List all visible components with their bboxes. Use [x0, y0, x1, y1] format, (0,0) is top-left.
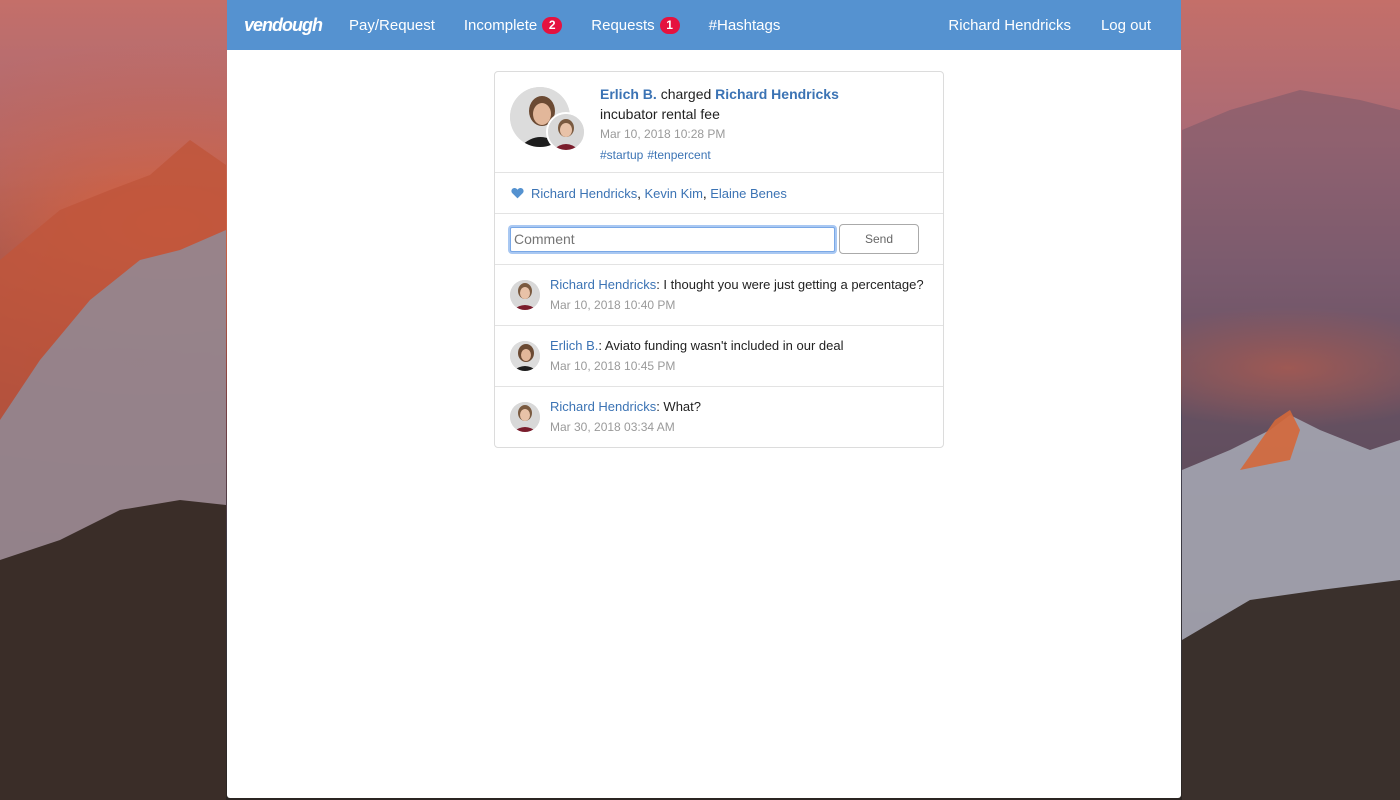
person-icon [510, 280, 540, 310]
incomplete-count-badge: 2 [542, 16, 563, 34]
hashtag-link[interactable]: #startup [600, 148, 643, 162]
navbar: vendough Pay/Request Incomplete 2 Reques… [227, 0, 1181, 50]
heart-icon[interactable] [511, 187, 524, 199]
comment-author-avatar[interactable] [510, 402, 540, 432]
likes-row: Richard Hendricks, Kevin Kim, Elaine Ben… [495, 173, 943, 214]
nav-incomplete-label: Incomplete [463, 16, 538, 34]
comment-timestamp: Mar 10, 2018 10:45 PM [550, 359, 676, 373]
comment-author-link[interactable]: Richard Hendricks [550, 399, 656, 414]
person-icon [548, 114, 584, 150]
hashtag-list: #startup #tenpercent [600, 144, 839, 166]
hashtag-link[interactable]: #tenpercent [647, 148, 710, 162]
liker-link[interactable]: Elaine Benes [710, 186, 787, 201]
comment-item: Erlich B.: Aviato funding wasn't include… [495, 326, 943, 387]
comment-text: : I thought you were just getting a perc… [656, 277, 924, 292]
person-icon [510, 341, 540, 371]
action-text: charged [660, 86, 712, 102]
app-window: vendough Pay/Request Incomplete 2 Reques… [227, 0, 1181, 798]
nav-incomplete[interactable]: Incomplete 2 [463, 16, 563, 34]
nav-requests-label: Requests [591, 16, 655, 34]
comment-timestamp: Mar 10, 2018 10:40 PM [550, 298, 676, 312]
nav-hashtags-label: #Hashtags [708, 16, 781, 34]
comment-author-link[interactable]: Erlich B. [550, 338, 598, 353]
liker-link[interactable]: Richard Hendricks [531, 186, 637, 201]
transaction-description: incubator rental fee [600, 106, 720, 122]
comment-author-avatar[interactable] [510, 280, 540, 310]
liker-separator: , [702, 185, 707, 201]
person-icon [510, 402, 540, 432]
comment-author-avatar[interactable] [510, 341, 540, 371]
nav-user-profile[interactable]: Richard Hendricks [948, 17, 1071, 34]
liker-separator: , [637, 185, 641, 201]
comment-item: Richard Hendricks: I thought you were ju… [495, 265, 943, 326]
comment-input[interactable] [510, 226, 835, 252]
transaction-card: Erlich B. charged Richard Hendricks incu… [494, 71, 944, 448]
liker-link[interactable]: Kevin Kim [644, 186, 703, 201]
send-button[interactable]: Send [839, 224, 919, 254]
transaction-timestamp: Mar 10, 2018 10:28 PM [600, 127, 726, 141]
comment-text: : Aviato funding wasn't included in our … [598, 338, 844, 353]
requests-count-badge: 1 [659, 16, 680, 34]
nav-requests[interactable]: Requests 1 [591, 16, 680, 34]
logout-link[interactable]: Log out [1101, 17, 1151, 34]
nav-pay-request[interactable]: Pay/Request [349, 17, 435, 34]
target-avatar[interactable] [546, 112, 586, 152]
comment-text: : What? [656, 399, 701, 414]
target-name-link[interactable]: Richard Hendricks [715, 86, 839, 102]
transaction-header: Erlich B. charged Richard Hendricks incu… [495, 72, 943, 173]
nav-right: Richard Hendricks Log out [918, 0, 1151, 50]
comment-form: Send [495, 214, 943, 265]
comment-item: Richard Hendricks: What? Mar 30, 2018 03… [495, 387, 943, 447]
nav-pay-request-label: Pay/Request [349, 16, 435, 34]
nav-hashtags[interactable]: #Hashtags [709, 17, 781, 34]
comment-timestamp: Mar 30, 2018 03:34 AM [550, 420, 675, 434]
brand-logo[interactable]: vendough [244, 15, 323, 36]
comment-author-link[interactable]: Richard Hendricks [550, 277, 656, 292]
actor-name-link[interactable]: Erlich B. [600, 86, 657, 102]
